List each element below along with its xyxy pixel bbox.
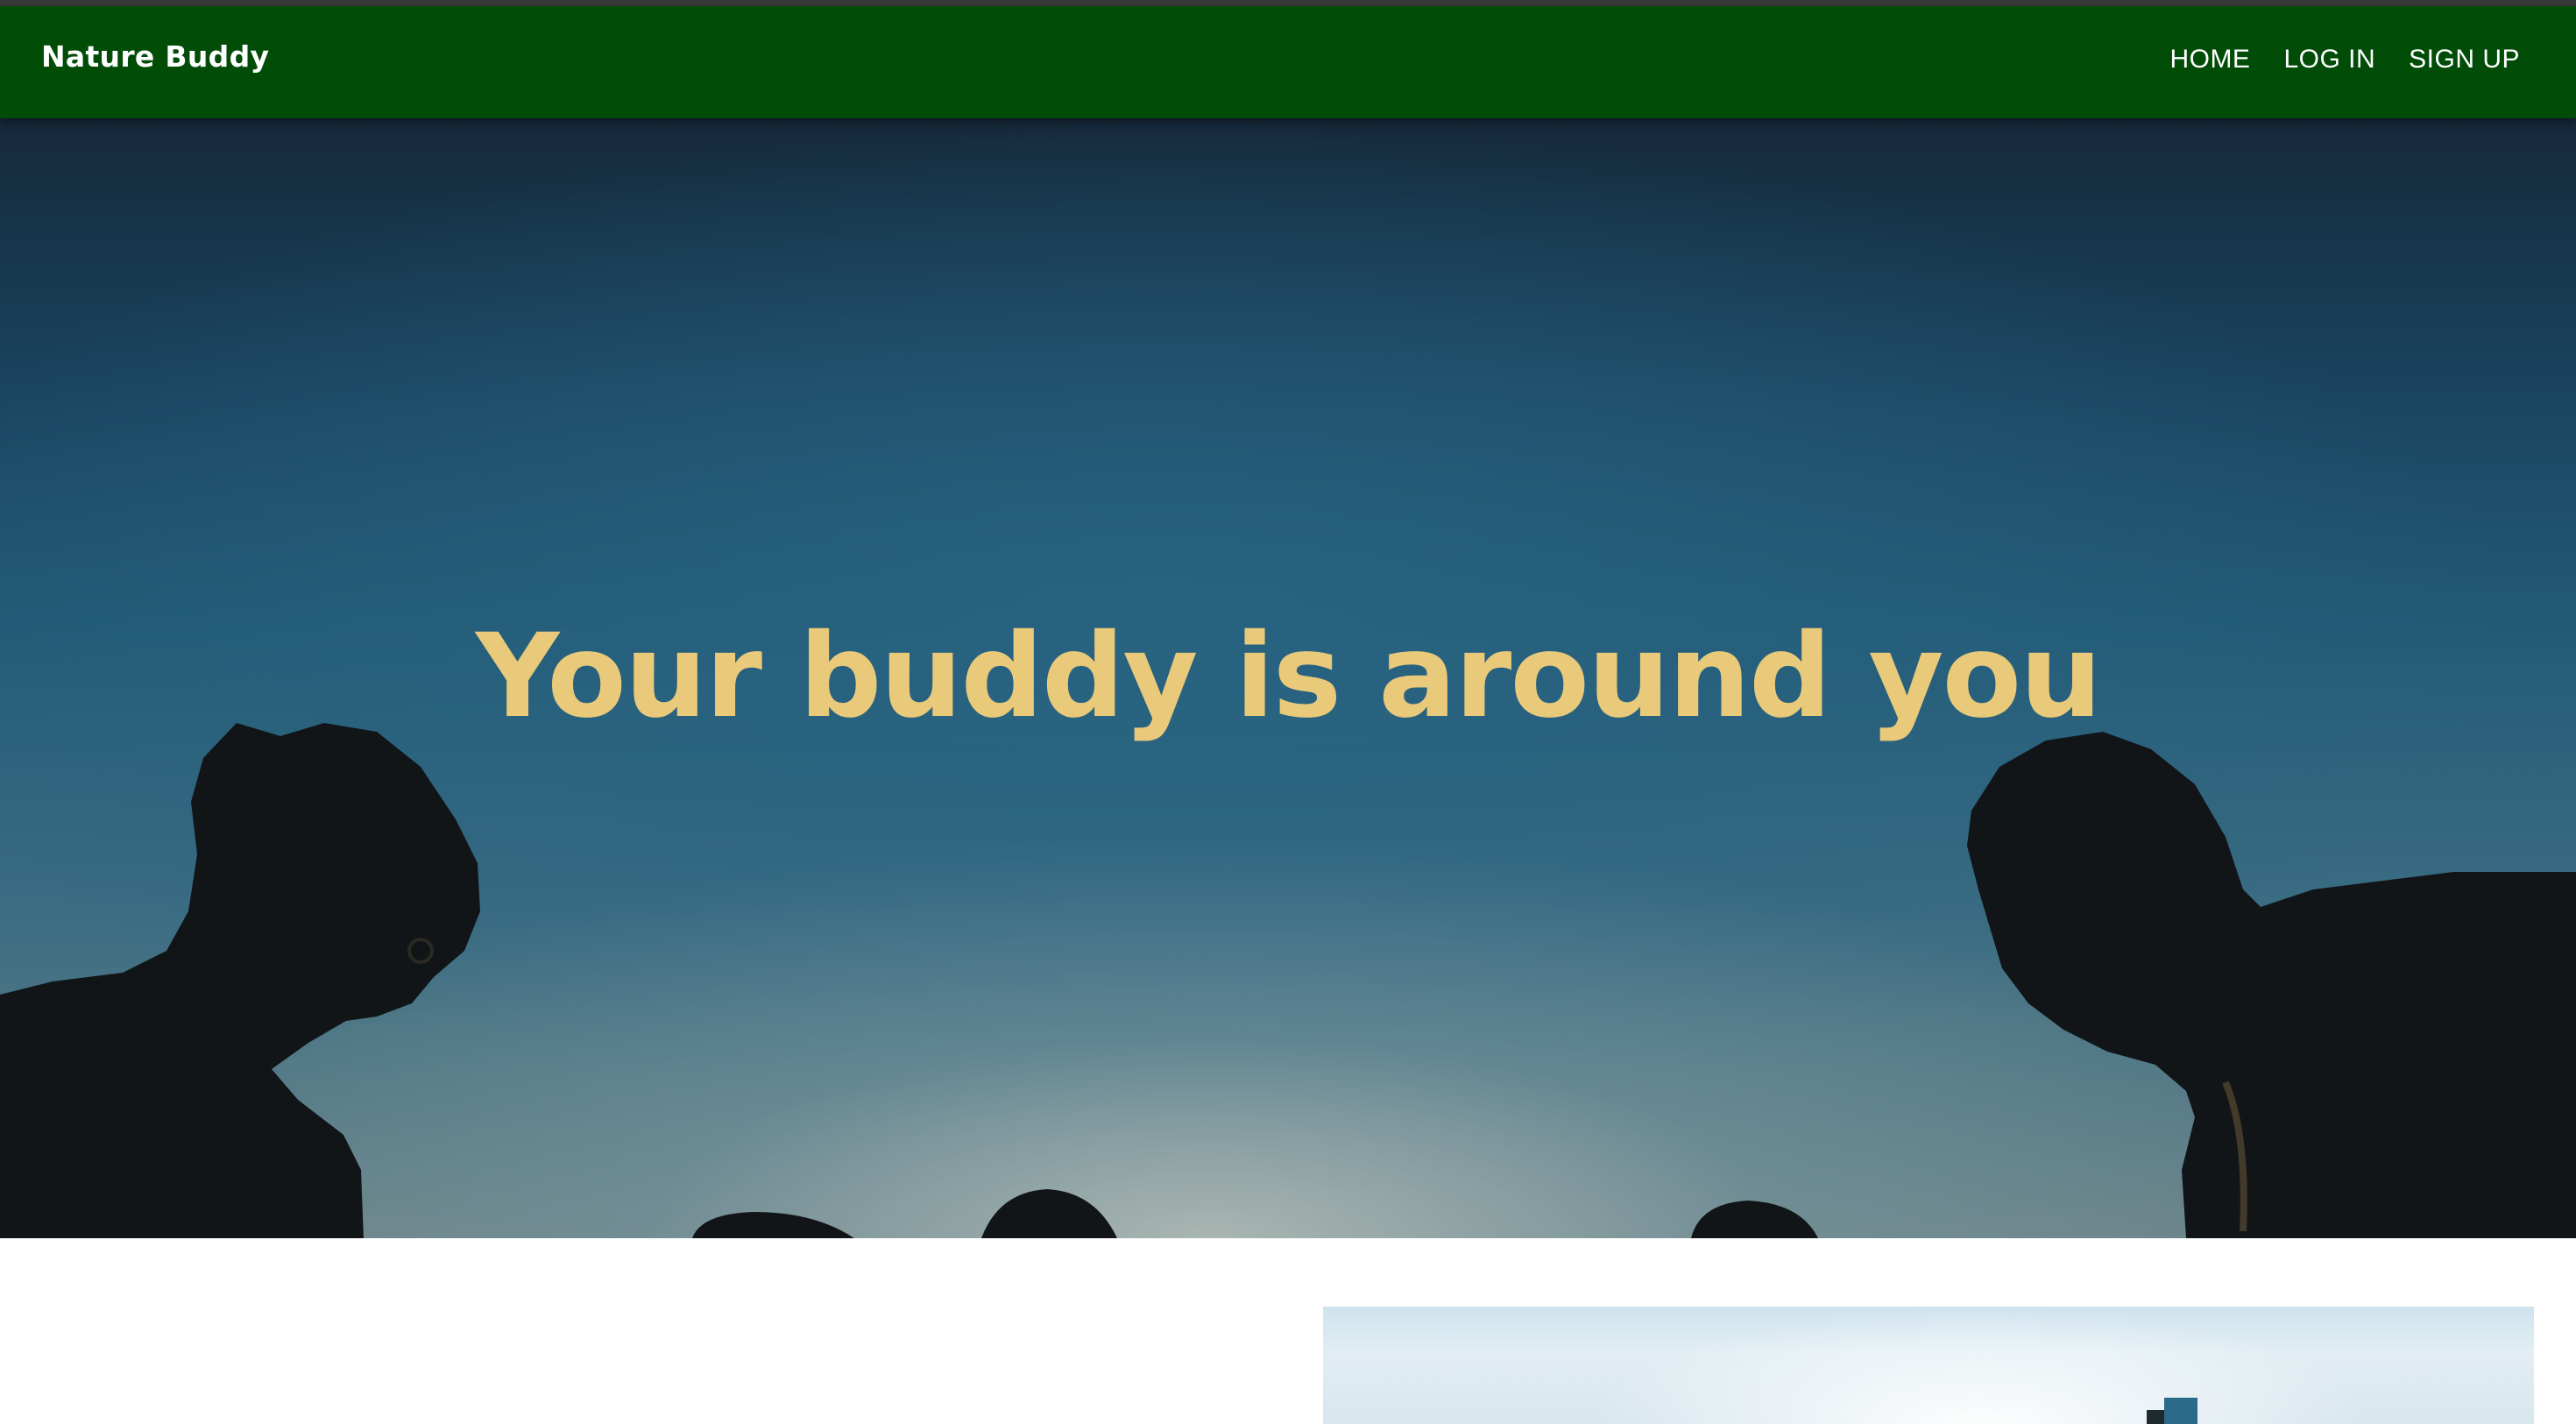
bottom-head-1 [692, 1212, 854, 1238]
brand-logo-link[interactable]: Nature Buddy [41, 39, 269, 74]
right-person-silhouette [1967, 732, 2576, 1238]
bottom-head-2 [981, 1189, 1117, 1238]
hero-banner: Your buddy is around you [0, 118, 2576, 1238]
window-top-strip [0, 0, 2576, 6]
nav-login-link[interactable]: LOG IN [2283, 45, 2375, 74]
hero-title: Your buddy is around you [475, 609, 2102, 744]
nav-links: HOME LOG IN SIGN UP [2169, 45, 2520, 74]
nav-home-link[interactable]: HOME [2169, 45, 2250, 74]
preview-image-art [2147, 1398, 2197, 1424]
nav-signup-link[interactable]: SIGN UP [2409, 45, 2520, 74]
bottom-head-3 [1691, 1201, 1818, 1238]
feature-preview-image [1323, 1307, 2534, 1424]
left-person-silhouette [0, 723, 480, 1238]
navbar: Nature Buddy HOME LOG IN SIGN UP [0, 6, 2576, 118]
